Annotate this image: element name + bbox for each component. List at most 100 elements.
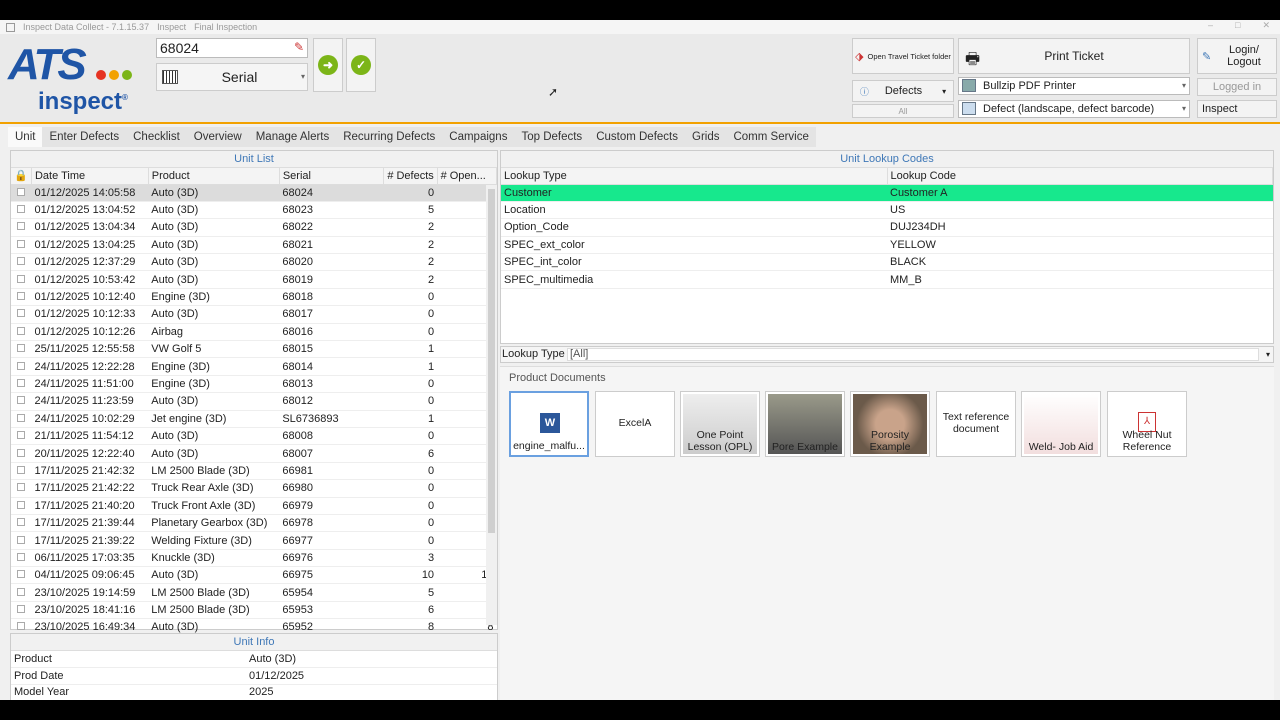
table-row[interactable]: 01/12/2025 12:37:29Auto (3D)6802022 [11,253,497,272]
table-row[interactable]: 21/11/2025 11:54:12Auto (3D)6800800 [11,427,497,446]
row-checkbox[interactable] [11,340,32,359]
row-checkbox[interactable] [11,305,32,324]
minimize-icon[interactable]: – [1208,20,1213,31]
table-row[interactable]: 04/11/2025 09:06:45Auto (3D)669751010 [11,566,497,585]
table-row[interactable]: 24/11/2025 11:51:00Engine (3D)6801300 [11,375,497,394]
row-checkbox[interactable] [11,392,32,411]
tab-checklist[interactable]: Checklist [126,127,187,147]
row-checkbox[interactable] [11,323,32,342]
col-lookup-code[interactable]: Lookup Code [887,168,1273,185]
open-travel-ticket-folder-button[interactable]: ⬗ Open Travel Ticket folder [852,38,954,74]
print-ticket-button[interactable]: 🖶 Print Ticket [958,38,1190,74]
serial-mode-select[interactable]: Serial ▾ [156,63,308,91]
row-checkbox[interactable] [11,184,32,202]
row-checkbox[interactable] [11,201,32,220]
document-tile[interactable]: Text reference document [936,391,1016,457]
row-checkbox[interactable] [11,531,32,550]
row-checkbox[interactable] [11,444,32,463]
table-row[interactable]: 17/11/2025 21:40:20 Truck Front Axle (3D)… [11,497,497,515]
lookup-type-filter-select[interactable]: [All] [567,348,1259,361]
printer-select[interactable]: Bullzip PDF Printer ▾ [958,77,1190,95]
document-tile[interactable]: Wengine_malfu... [509,391,589,457]
row-checkbox[interactable] [11,549,32,568]
next-button[interactable]: ➜ [313,38,343,92]
lookup-row[interactable]: Customer Customer A [501,184,1273,202]
table-row[interactable]: 23/10/2025 19:14:59 LM 2500 Blade (3D) 659… [11,583,497,602]
table-row[interactable]: 24/11/2025 12:22:28Engine (3D)6801411 [11,357,497,376]
document-tile[interactable]: Weld- Job Aid [1021,391,1101,457]
table-row[interactable]: 17/11/2025 21:39:22 Welding Fixture (3D) 6… [11,531,497,550]
close-icon[interactable]: ✕ [1262,20,1270,31]
row-checkbox[interactable] [11,375,32,394]
table-row[interactable]: 24/11/2025 10:02:29 Jet engine (3D) SL6736… [11,410,497,428]
lookup-row[interactable]: SPEC_ext_color YELLOW [501,236,1273,255]
row-checkbox[interactable] [11,236,32,255]
row-checkbox[interactable] [11,427,32,446]
row-checkbox[interactable] [11,218,32,237]
serial-input[interactable]: 68024 [156,38,308,58]
eraser-icon[interactable]: ✎ [291,40,307,56]
document-tile[interactable]: Pore Example [765,391,845,457]
login-logout-button[interactable]: ✎ Login/ Logout [1197,38,1277,74]
col-date-time[interactable]: Date Time [31,168,149,185]
table-row[interactable]: 01/12/2025 10:53:42Auto (3D)6801922 [11,270,497,289]
row-checkbox[interactable] [11,479,32,498]
table-row[interactable]: 01/12/2025 14:05:58Auto (3D)6802400 [11,184,497,202]
row-checkbox[interactable] [11,497,32,515]
table-row[interactable]: 01/12/2025 10:12:40Engine (3D)6801800 [11,288,497,307]
table-row[interactable]: 01/12/2025 13:04:25Auto (3D)6802122 [11,236,497,255]
col-lookup-type[interactable]: Lookup Type [501,168,888,185]
lookup-row[interactable]: SPEC_int_color BLACK [501,253,1273,272]
lookup-row[interactable]: SPEC_multimedia MM_B [501,270,1273,289]
row-checkbox[interactable] [11,410,32,428]
row-checkbox[interactable] [11,462,32,481]
row-checkbox[interactable] [11,288,32,307]
tab-recurring-defects[interactable]: Recurring Defects [336,127,443,147]
table-row[interactable]: 24/11/2025 11:23:59Auto (3D)6801200 [11,392,497,411]
maximize-icon[interactable]: □ [1235,20,1240,31]
table-row[interactable]: 06/11/2025 17:03:35Knuckle (3D)6697631 [11,549,497,568]
tab-top-defects[interactable]: Top Defects [514,127,590,147]
lookup-row[interactable]: Location US [501,201,1273,220]
serial-cell: 68019 [279,270,384,289]
confirm-button[interactable]: ✓ [346,38,376,92]
col-product[interactable]: Product [148,168,280,185]
tab-manage-alerts[interactable]: Manage Alerts [248,127,337,147]
document-tile[interactable]: Porosity Example [850,391,930,457]
product-cell: Planetary Gearbox (3D) [148,514,280,533]
table-row[interactable]: 01/12/2025 13:04:34Auto (3D)6802222 [11,218,497,237]
row-checkbox[interactable] [11,566,32,585]
tab-grids[interactable]: Grids [685,127,727,147]
tab-custom-defects[interactable]: Custom Defects [589,127,685,147]
tab-unit[interactable]: Unit [8,127,43,147]
col-serial[interactable]: Serial [279,168,385,185]
tab-comm-service[interactable]: Comm Service [726,127,816,147]
row-checkbox[interactable] [11,270,32,289]
lookup-row[interactable]: Option_Code DUJ234DH [501,218,1273,237]
tab-enter-defects[interactable]: Enter Defects [42,127,127,147]
table-row[interactable]: 23/10/2025 18:41:16 LM 2500 Blade (3D) 659… [11,601,497,620]
row-checkbox[interactable] [11,583,32,602]
table-row[interactable]: 01/12/2025 10:12:33Auto (3D)6801700 [11,305,497,324]
table-row[interactable]: 25/11/2025 12:55:58VW Golf 56801510 [11,340,497,359]
row-checkbox[interactable] [11,357,32,376]
col-defects[interactable]: # Defects [383,168,438,185]
table-row[interactable]: 17/11/2025 21:39:44 Planetary Gearbox (3D… [11,514,497,533]
ticket-format-select[interactable]: Defect (landscape, defect barcode) ▾ [958,100,1190,118]
table-row[interactable]: 01/12/2025 10:12:26Airbag6801600 [11,323,497,342]
defects-button[interactable]: ⓘ Defects ▾ [852,80,954,102]
table-row[interactable]: 17/11/2025 21:42:22 Truck Rear Axle (3D) 6… [11,479,497,498]
table-row[interactable]: 17/11/2025 21:42:32 LM 2500 Blade (3D) 669… [11,462,497,481]
col-open[interactable]: # Open... [437,168,498,185]
document-tile[interactable]: ⅄ Wheel Nut Reference [1107,391,1187,457]
table-row[interactable]: 20/11/2025 12:22:40Auto (3D)6800764 [11,444,497,463]
tab-overview[interactable]: Overview [186,127,249,147]
tab-campaigns[interactable]: Campaigns [442,127,515,147]
document-tile[interactable]: ExcelA [595,391,675,457]
table-row[interactable]: 01/12/2025 13:04:52Auto (3D)6802352 [11,201,497,220]
row-checkbox[interactable] [11,253,32,272]
row-checkbox[interactable] [11,601,32,620]
unit-list-scrollbar[interactable] [486,185,497,625]
document-tile[interactable]: One Point Lesson (OPL) [680,391,760,457]
row-checkbox[interactable] [11,514,32,533]
